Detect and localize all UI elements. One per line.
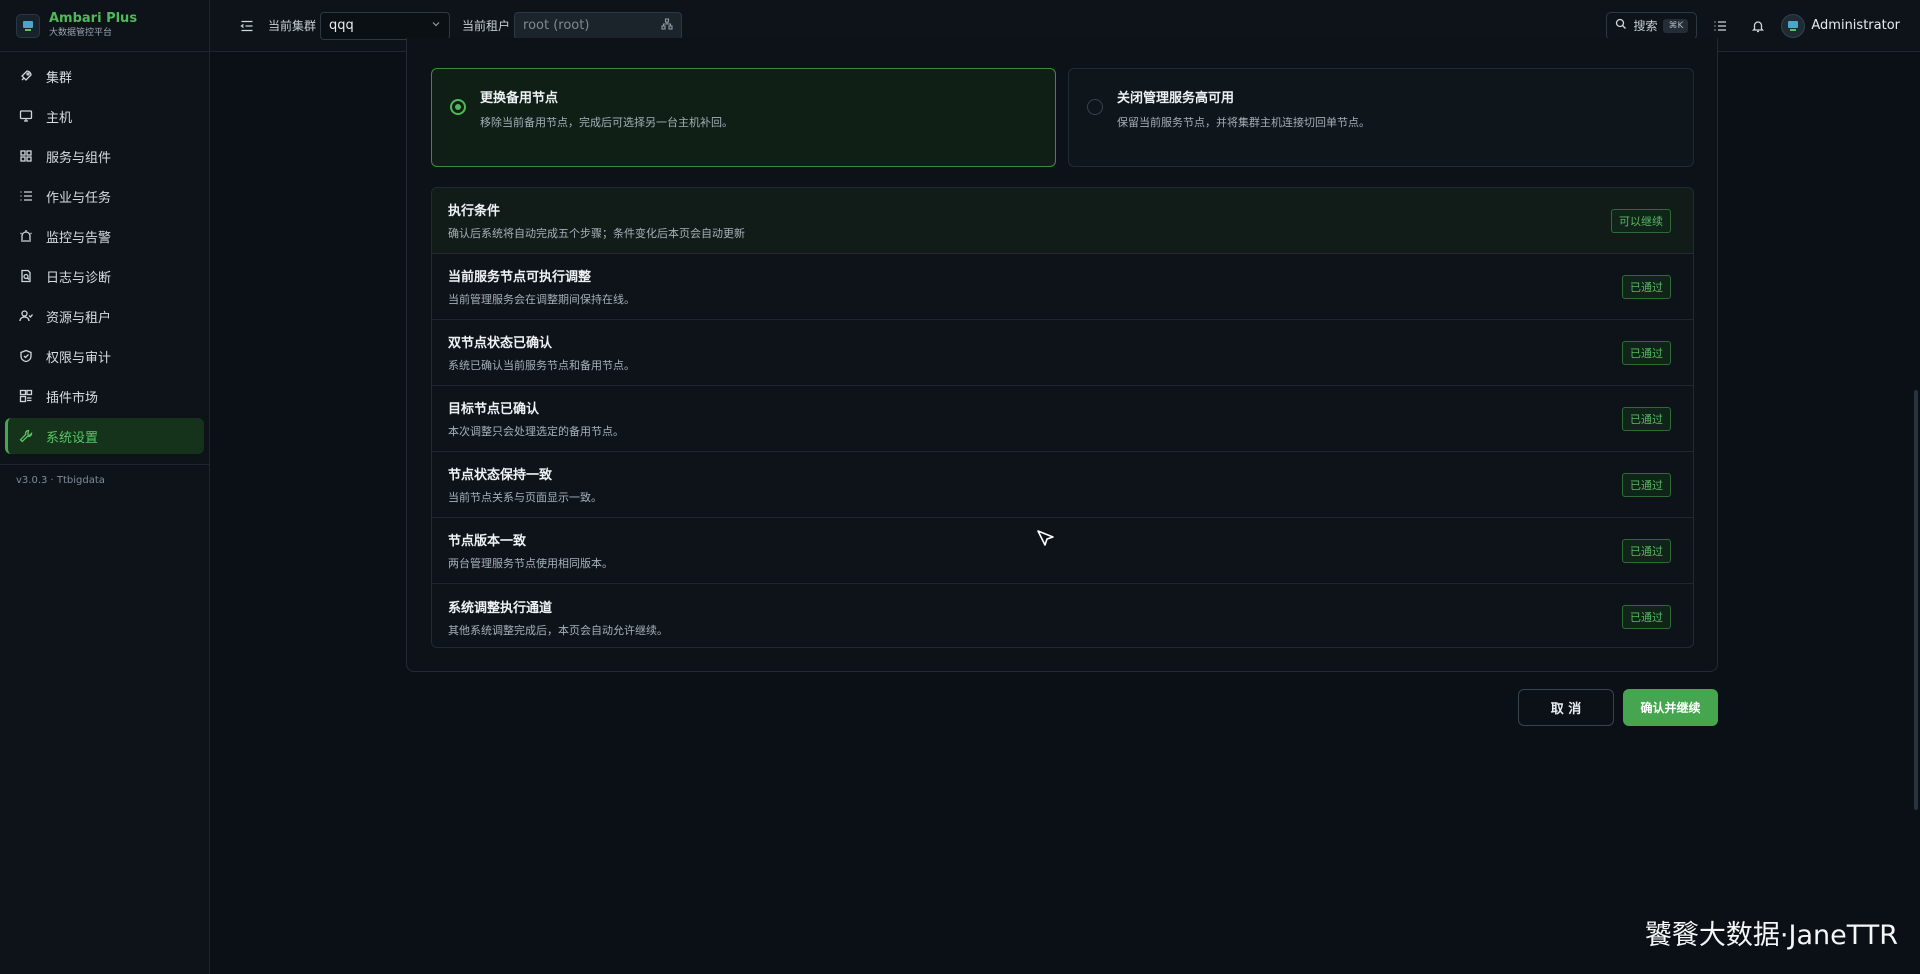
sidebar-item-settings[interactable]: 系统设置 <box>5 418 204 454</box>
avatar <box>1781 13 1806 38</box>
file-search-icon <box>19 269 33 283</box>
condition-title: 节点状态保持一致 <box>448 468 553 483</box>
mouse-cursor-icon <box>1035 528 1057 550</box>
collapse-sidebar-icon[interactable] <box>232 12 262 40</box>
shield-icon <box>19 349 33 363</box>
app-root: Ambari Plus 大数据管控平台 集群 主机 服务与组件 作业与任务 监控… <box>0 0 1920 974</box>
conditions-checklist: 执行条件 确认后系统将自动完成五个步骤；条件变化后本页会自动更新 可以继续 当前… <box>431 187 1694 648</box>
list-item: 当前服务节点可执行调整 当前管理服务会在调整期间保持在线。 已通过 <box>432 254 1693 320</box>
sidebar-item-services[interactable]: 服务与组件 <box>5 138 204 174</box>
grid-icon <box>19 149 33 163</box>
condition-desc: 当前节点关系与页面显示一致。 <box>448 491 602 504</box>
chevron-down-icon <box>431 18 441 33</box>
sidebar-item-hosts[interactable]: 主机 <box>5 98 204 134</box>
checklist-desc: 确认后系统将自动完成五个步骤；条件变化后本页会自动更新 <box>448 227 745 240</box>
watermark: 饕餮大数据·JaneTTR <box>1644 920 1898 951</box>
status-badge: 已通过 <box>1622 340 1671 365</box>
hierarchy-icon <box>661 17 673 34</box>
version-text: v3.0.3 · Ttbigdata <box>16 475 105 486</box>
sidebar: Ambari Plus 大数据管控平台 集群 主机 服务与组件 作业与任务 监控… <box>0 0 210 974</box>
option-title: 更换备用节点 <box>480 91 559 106</box>
sidebar-item-label: 服务与组件 <box>46 150 112 166</box>
sidebar-item-label: 权限与审计 <box>46 350 112 366</box>
condition-desc: 当前管理服务会在调整期间保持在线。 <box>448 293 635 306</box>
option-disable-ha[interactable]: 关闭管理服务高可用 保留当前服务节点，并将集群主机连接切回单节点。 <box>1068 68 1694 167</box>
condition-desc: 两台管理服务节点使用相同版本。 <box>448 557 613 570</box>
sidebar-nav: 集群 主机 服务与组件 作业与任务 监控与告警 日志与诊断 资源与租户 权限与审… <box>0 52 209 464</box>
brand-name: Ambari Plus <box>49 11 138 27</box>
monitor-icon <box>19 109 33 123</box>
status-badge: 已通过 <box>1622 605 1671 629</box>
search-icon <box>1615 18 1627 33</box>
list-item: 目标节点已确认 本次调整只会处理选定的备用节点。 已通过 <box>432 386 1693 452</box>
siren-icon <box>19 229 33 243</box>
list-item: 节点版本一致 两台管理服务节点使用相同版本。 已通过 <box>432 518 1693 584</box>
status-badge: 已通过 <box>1622 406 1671 431</box>
sidebar-item-label: 集群 <box>46 70 73 86</box>
tenant-field-value: root (root) <box>523 18 590 33</box>
condition-desc: 系统已确认当前服务节点和备用节点。 <box>448 359 635 372</box>
sidebar-item-label: 监控与告警 <box>46 230 112 246</box>
option-replace-standby[interactable]: 更换备用节点 移除当前备用节点，完成后可选择另一台主机补回。 <box>431 68 1056 167</box>
radio-unselected[interactable] <box>1087 99 1103 115</box>
condition-title: 当前服务节点可执行调整 <box>448 270 592 285</box>
wrench-icon <box>19 429 33 443</box>
status-badge: 已通过 <box>1622 538 1671 563</box>
rocket-icon <box>19 69 33 83</box>
status-badge: 已通过 <box>1622 274 1671 299</box>
search-label: 搜索 <box>1633 19 1658 33</box>
sidebar-item-label: 插件市场 <box>46 390 99 406</box>
tenant-label: 当前租户 <box>462 19 511 33</box>
condition-title: 双节点状态已确认 <box>448 336 553 351</box>
task-list-icon[interactable] <box>1705 12 1735 40</box>
sidebar-item-plugins[interactable]: 插件市场 <box>5 378 204 414</box>
page-scrollbar[interactable] <box>1914 390 1918 810</box>
list-icon <box>19 189 33 203</box>
user-name: Administrator <box>1811 18 1900 33</box>
checklist-header: 执行条件 确认后系统将自动完成五个步骤；条件变化后本页会自动更新 可以继续 <box>432 188 1693 254</box>
option-title: 关闭管理服务高可用 <box>1117 91 1235 106</box>
condition-title: 系统调整执行通道 <box>448 600 553 616</box>
sidebar-item-label: 主机 <box>46 110 73 126</box>
search-shortcut: ⌘K <box>1663 18 1689 33</box>
sidebar-item-tenants[interactable]: 资源与租户 <box>5 298 204 334</box>
sidebar-item-label: 系统设置 <box>46 430 99 446</box>
cluster-select-value: qqq <box>329 18 354 33</box>
cancel-button[interactable]: 取 消 <box>1518 689 1614 726</box>
sidebar-item-clusters[interactable]: 集群 <box>5 58 204 94</box>
option-desc: 移除当前备用节点，完成后可选择另一台主机补回。 <box>480 116 733 129</box>
cluster-label: 当前集群 <box>268 19 317 33</box>
brand-subtitle: 大数据管控平台 <box>49 28 113 39</box>
sidebar-item-jobs[interactable]: 作业与任务 <box>5 178 204 214</box>
sidebar-item-monitoring[interactable]: 监控与告警 <box>5 218 204 254</box>
list-item: 系统调整执行通道 其他系统调整完成后，本页会自动允许继续。 已通过 <box>432 584 1693 647</box>
sidebar-item-label: 日志与诊断 <box>46 270 112 286</box>
sidebar-item-label: 作业与任务 <box>46 190 112 206</box>
option-desc: 保留当前服务节点，并将集群主机连接切回单节点。 <box>1117 116 1370 129</box>
condition-desc: 其他系统调整完成后，本页会自动允许继续。 <box>448 623 668 637</box>
list-item: 节点状态保持一致 当前节点关系与页面显示一致。 已通过 <box>432 452 1693 518</box>
status-badge: 可以继续 <box>1611 208 1671 233</box>
brand[interactable]: Ambari Plus 大数据管控平台 <box>0 0 209 52</box>
sidebar-item-permissions[interactable]: 权限与审计 <box>5 338 204 374</box>
sidebar-item-logs[interactable]: 日志与诊断 <box>5 258 204 294</box>
checklist-title: 执行条件 <box>448 204 501 219</box>
cluster-select[interactable]: qqq <box>320 11 451 40</box>
condition-title: 目标节点已确认 <box>448 402 540 417</box>
confirm-continue-button[interactable]: 确认并继续 <box>1623 689 1718 726</box>
search-button[interactable]: 搜索 ⌘K <box>1606 11 1698 40</box>
condition-title: 节点版本一致 <box>448 534 527 549</box>
condition-desc: 本次调整只会处理选定的备用节点。 <box>448 425 624 438</box>
status-badge: 已通过 <box>1622 472 1671 497</box>
radio-selected[interactable] <box>450 99 466 115</box>
user-menu[interactable]: Administrator <box>1781 13 1900 38</box>
list-item: 双节点状态已确认 系统已确认当前服务节点和备用节点。 已通过 <box>432 320 1693 386</box>
tenant-field[interactable]: root (root) <box>514 11 683 40</box>
brand-logo-icon <box>16 13 40 38</box>
users-icon <box>19 309 33 323</box>
bell-icon[interactable] <box>1743 12 1773 40</box>
sidebar-item-label: 资源与租户 <box>46 310 112 326</box>
blocks-icon <box>19 389 33 403</box>
